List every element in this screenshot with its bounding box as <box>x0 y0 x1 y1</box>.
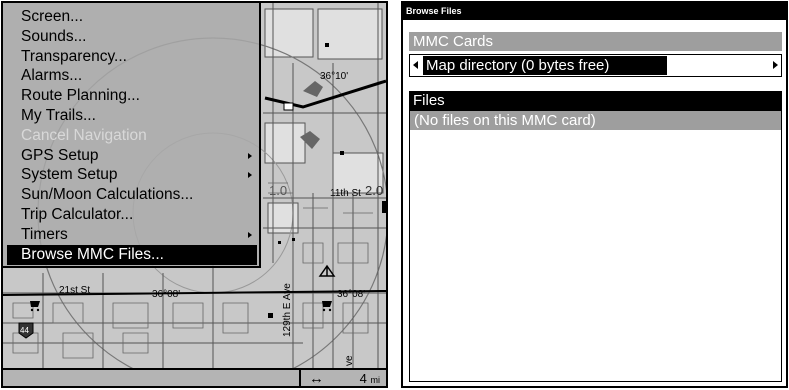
main-menu: Screen... Sounds... Transparency... Alarms.… <box>3 3 261 268</box>
map-label-ring-10: 1.0 <box>269 183 287 198</box>
range-arrows-icon: ↔ <box>309 370 324 387</box>
submenu-arrow-icon <box>248 172 252 179</box>
right-arrow-icon[interactable] <box>773 61 778 69</box>
files-list[interactable]: (No files on this MMC card) <box>409 110 782 382</box>
menu-item-screen[interactable]: Screen... <box>7 7 257 27</box>
files-empty-message: (No files on this MMC card) <box>410 111 781 130</box>
map-label-129th: 129th E Ave <box>282 283 293 337</box>
map-label-ring-20: 2.0 <box>365 183 383 198</box>
submenu-arrow-icon <box>248 231 252 238</box>
menu-item-route-planning[interactable]: Route Planning... <box>7 86 257 106</box>
map-label-lat-right: 36°08' <box>337 289 365 300</box>
menu-item-system-setup[interactable]: System Setup <box>7 165 257 185</box>
directory-selector[interactable]: Map directory (0 bytes free) <box>409 54 782 77</box>
left-arrow-icon[interactable] <box>413 61 418 69</box>
menu-item-sun-moon-calculations[interactable]: Sun/Moon Calculations... <box>7 185 257 205</box>
scale-value: 4 <box>359 371 367 386</box>
status-bar: ↔ 4 mi <box>3 368 386 387</box>
scale-readout: 4 mi <box>359 370 381 386</box>
map-label-lat-mid: 36°08' <box>152 289 180 300</box>
browse-files-dialog: Browse Files MMC Cards Map directory (0 … <box>401 1 788 388</box>
map-label-ave: ve <box>344 355 355 366</box>
map-label-route-44: 44 <box>20 326 29 335</box>
menu-item-alarms[interactable]: Alarms... <box>7 66 257 86</box>
directory-value: Map directory (0 bytes free) <box>423 56 667 75</box>
menu-item-trip-calculator[interactable]: Trip Calculator... <box>7 205 257 225</box>
submenu-arrow-icon <box>248 152 252 159</box>
files-header: Files <box>409 91 782 110</box>
scale-unit: mi <box>370 375 381 385</box>
map-screen: 36°10' 11th St 1.0 2.0 21st St 36°08' 36… <box>1 1 388 388</box>
map-label-11th: 11th St <box>330 188 361 199</box>
menu-item-browse-mmc-files[interactable]: Browse MMC Files... <box>7 244 257 265</box>
menu-item-gps-setup[interactable]: GPS Setup <box>7 146 257 166</box>
map-label-lat-top: 36°10' <box>320 71 348 82</box>
menu-item-sounds[interactable]: Sounds... <box>7 27 257 47</box>
menu-item-my-trails[interactable]: My Trails... <box>7 106 257 126</box>
menu-item-transparency[interactable]: Transparency... <box>7 47 257 67</box>
menu-item-timers[interactable]: Timers <box>7 225 257 245</box>
mmc-cards-header: MMC Cards <box>409 32 782 51</box>
map-label-21st: 21st St <box>59 285 90 296</box>
zoom-scale[interactable]: ↔ 4 mi <box>299 370 386 387</box>
dialog-title: Browse Files <box>403 3 786 20</box>
menu-item-cancel-navigation: Cancel Navigation <box>21 126 147 144</box>
